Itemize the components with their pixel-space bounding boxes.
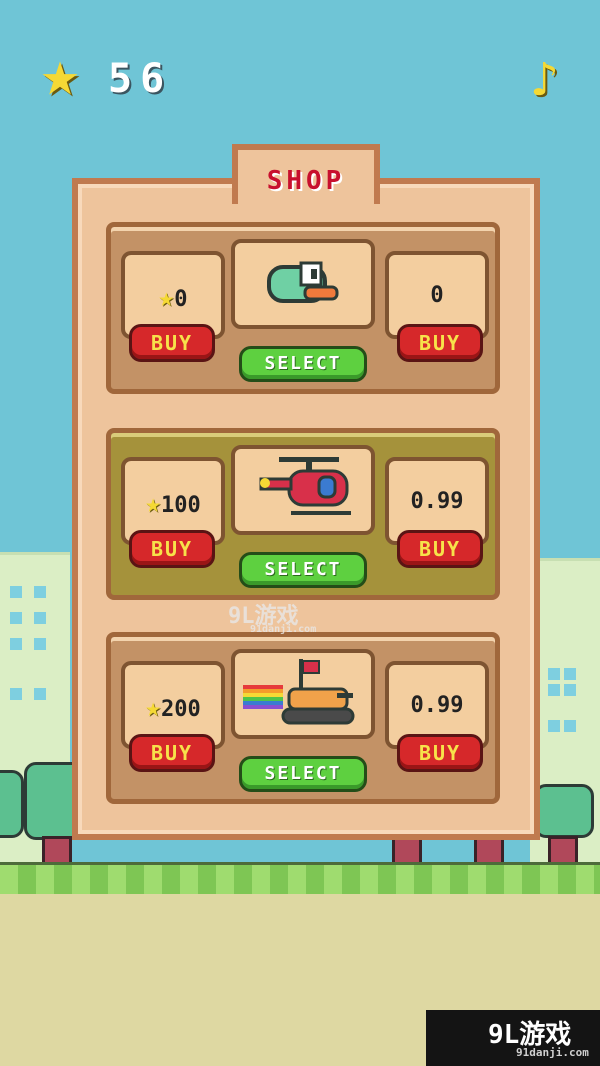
- building-window: [10, 638, 22, 650]
- building-window: [548, 684, 560, 696]
- star-price: 200: [160, 697, 201, 722]
- grass-strip: [0, 862, 600, 898]
- shop-item-bird: ★0 0 BUY SELECT BUY: [106, 222, 500, 394]
- tree-left-1: [0, 770, 24, 838]
- shop-title: SHOP: [266, 166, 346, 196]
- real-price: 0: [430, 283, 444, 308]
- building-window: [564, 720, 576, 732]
- buy-with-money-button[interactable]: BUY: [397, 530, 483, 568]
- building-window: [10, 612, 22, 624]
- building-window: [34, 688, 46, 700]
- select-button[interactable]: SELECT: [239, 756, 367, 792]
- building-window: [548, 668, 560, 680]
- bird-icon: [267, 261, 339, 303]
- watermark-url: 91danji.com: [250, 624, 317, 635]
- building-window: [10, 688, 22, 700]
- building-window: [34, 612, 46, 624]
- music-note-icon[interactable]: ♪: [530, 52, 559, 108]
- star-icon: ★: [40, 37, 80, 111]
- character-preview-box: [231, 445, 375, 535]
- star-icon: ★: [158, 283, 175, 313]
- helicopter-icon: [259, 457, 351, 515]
- character-preview-box: [231, 649, 375, 739]
- tank-icon: [243, 659, 355, 725]
- select-button[interactable]: SELECT: [239, 346, 367, 382]
- star-icon: ★: [145, 693, 161, 723]
- buy-with-money-button[interactable]: BUY: [397, 324, 483, 362]
- shop-item-tank: ★200 0.99 BUY SELECT BUY: [106, 632, 500, 804]
- buy-with-stars-button[interactable]: BUY: [129, 734, 215, 772]
- star-price: 0: [174, 287, 188, 312]
- building-window: [564, 668, 576, 680]
- tree-right: [534, 784, 594, 838]
- watermark-url: 91danji.com: [516, 1046, 589, 1059]
- shop-title-tab: SHOP: [232, 144, 380, 204]
- building-window: [34, 638, 46, 650]
- real-price: 0.99: [410, 489, 464, 514]
- building-window: [10, 586, 22, 598]
- star-count: 56: [108, 56, 173, 102]
- select-button[interactable]: SELECT: [239, 552, 367, 588]
- building-window: [34, 586, 46, 598]
- building-window: [564, 684, 576, 696]
- shop-item-helicopter: ★100 0.99 BUY SELECT BUY: [106, 428, 500, 600]
- buy-with-stars-button[interactable]: BUY: [129, 530, 215, 568]
- buy-with-money-button[interactable]: BUY: [397, 734, 483, 772]
- star-price: 100: [160, 493, 201, 518]
- character-preview-box: [231, 239, 375, 329]
- building-window: [548, 720, 560, 732]
- buy-with-stars-button[interactable]: BUY: [129, 324, 215, 362]
- real-price: 0.99: [410, 693, 464, 718]
- star-icon: ★: [145, 489, 161, 519]
